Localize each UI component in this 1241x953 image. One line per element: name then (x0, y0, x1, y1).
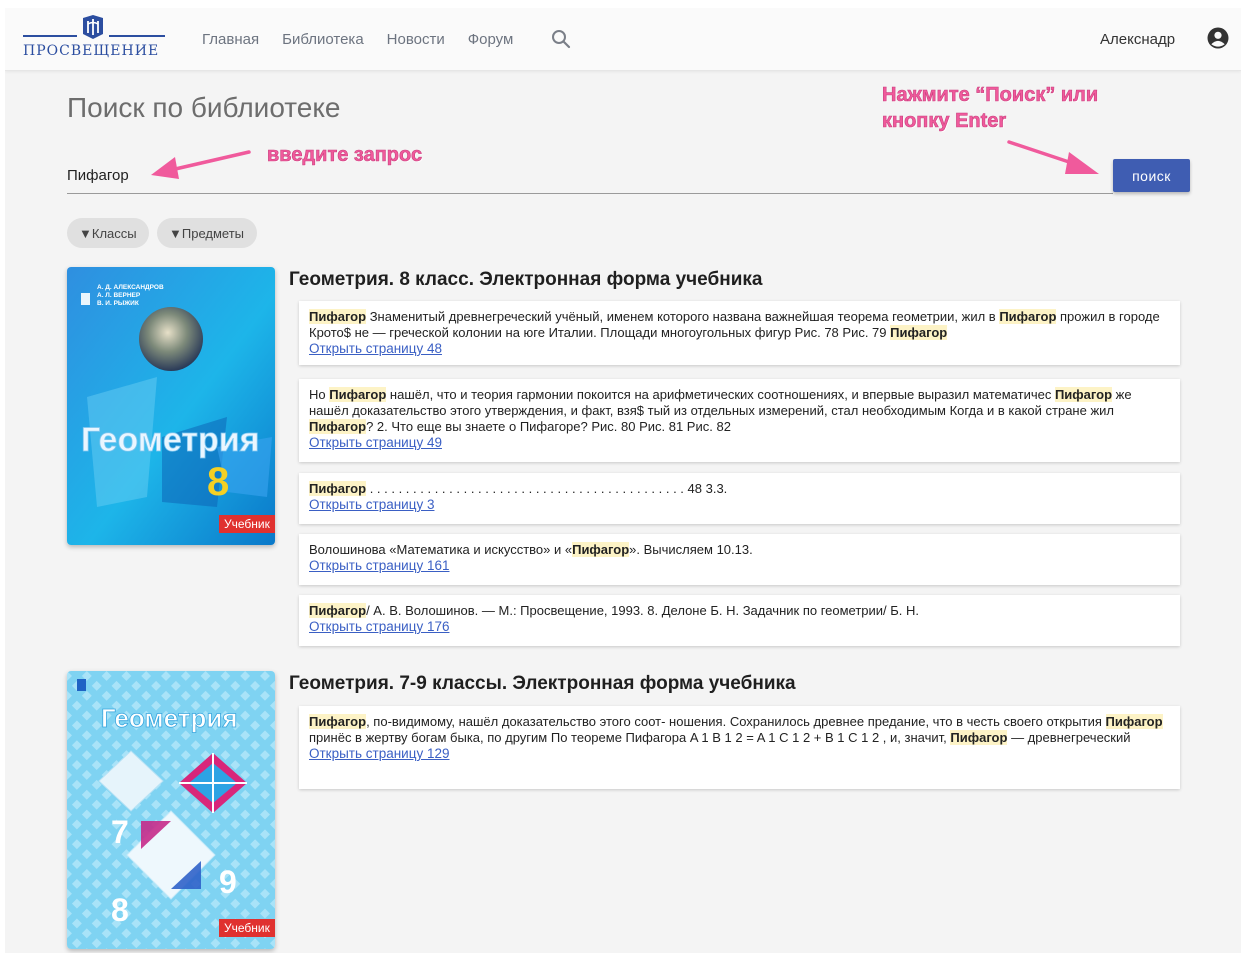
cover-grade: 8 (207, 460, 229, 504)
prosveshchenie-logo[interactable]: ПРОСВЕЩЕНИЕ (23, 14, 165, 64)
query-highlight: Пифагор (1054, 387, 1113, 402)
query-highlight: Пифагор (999, 309, 1057, 324)
cover-grade-8: 8 (111, 892, 129, 928)
search-result: Пифагор . . . . . . . . . . . . . . . . … (299, 473, 1180, 524)
query-highlight: Пифагор (950, 730, 1008, 745)
logo-line-left (23, 35, 77, 37)
cover-badge: Учебник (224, 921, 271, 935)
snippet-text: , по-видимому, нашёл доказательство этог… (366, 714, 1106, 729)
cover-subject: Геометрия (81, 421, 260, 459)
search-result: Волошинова «Математика и искусство» и «П… (299, 534, 1180, 585)
query-highlight: Пифагор (309, 714, 367, 729)
snippet-text: Знаменитый древнегреческий учёный, имене… (366, 309, 1000, 324)
query-highlight: Пифагор (329, 387, 387, 402)
cover-subject: Геометрия (101, 703, 238, 733)
result-snippet: Но Пифагор нашёл, что и теория гармонии … (309, 387, 1170, 435)
snippet-text: — древнегреческий (1007, 730, 1131, 745)
query-highlight: Пифагор (572, 542, 630, 557)
snippet-text: Но (309, 387, 330, 402)
query-highlight: Пифагор (890, 325, 948, 340)
cover-author-3: В. И. РЫЖИК (97, 300, 139, 307)
snippet-text: Волошинова «Математика и искусство» и « (309, 542, 573, 557)
annotation-press-search-line2: кнопку Enter (882, 110, 1007, 133)
snippet-text: ? 2. Что еще вы знаете о Пифагоре? Рис. … (366, 419, 731, 434)
nav-forum[interactable]: Форум (468, 31, 514, 48)
user-name[interactable]: Алекснадр (1100, 31, 1175, 48)
result-snippet: Пифагор/ А. В. Волошинов. — М.: Просвеще… (309, 603, 1170, 619)
book-title[interactable]: Геометрия. 7-9 классы. Электронная форма… (289, 673, 796, 695)
snippet-text: / А. В. Волошинов. — М.: Просвещение, 19… (366, 603, 920, 618)
open-page-link[interactable]: Открыть страницу 161 (309, 558, 1170, 574)
nav-library[interactable]: Библиотека (282, 31, 364, 48)
book-title[interactable]: Геометрия. 8 класс. Электронная форма уч… (289, 269, 762, 291)
search-result: Пифагор, по-видимому, нашёл доказательст… (299, 706, 1180, 789)
snippet-text: . . . . . . . . . . . . . . . . . . . . … (366, 481, 728, 496)
cover-badge: Учебник (224, 517, 271, 531)
cover-author-2: А. Л. ВЕРНЕР (97, 292, 141, 299)
open-page-link[interactable]: Открыть страницу 3 (309, 497, 1170, 513)
result-snippet: Пифагор . . . . . . . . . . . . . . . . … (309, 481, 1170, 497)
open-page-link[interactable]: Открыть страницу 49 (309, 435, 1170, 451)
search-button[interactable]: поиск (1113, 159, 1190, 192)
open-page-link[interactable]: Открыть страницу 129 (309, 746, 1170, 762)
open-page-link[interactable]: Открыть страницу 48 (309, 341, 1170, 357)
filter-classes-chip[interactable]: ▼Классы (67, 218, 149, 248)
logo-emblem-icon (83, 15, 103, 39)
result-snippet: Волошинова «Математика и искусство» и «П… (309, 542, 1170, 558)
main-nav: Главная Библиотека Новости Форум (202, 31, 536, 48)
top-header: ПРОСВЕЩЕНИЕ Главная Библиотека Новости Ф… (5, 8, 1241, 71)
search-input[interactable] (67, 158, 1113, 194)
book-cover-geometry-7-9[interactable]: Геометрия 7 8 9 Учебник (67, 671, 275, 949)
cover-grade-9: 9 (219, 864, 237, 900)
app-frame: ПРОСВЕЩЕНИЕ Главная Библиотека Новости Ф… (5, 8, 1241, 953)
page-title: Поиск по библиотеке (67, 92, 341, 123)
account-circle-icon[interactable] (1207, 27, 1229, 49)
query-highlight: Пифагор (309, 309, 367, 324)
filter-subjects-chip[interactable]: ▼Предметы (157, 218, 257, 248)
logo-text: ПРОСВЕЩЕНИЕ (23, 43, 160, 59)
result-snippet: Пифагор Знаменитый древнегреческий учёны… (309, 309, 1170, 341)
open-page-link[interactable]: Открыть страницу 176 (309, 619, 1170, 635)
result-snippet: Пифагор, по-видимому, нашёл доказательст… (309, 714, 1170, 746)
search-result: Пифагор Знаменитый древнегреческий учёны… (299, 301, 1180, 365)
snippet-text: нашёл, что и теория гармонии покоится на… (386, 387, 1055, 402)
query-highlight: Пифагор (309, 481, 367, 496)
nav-home[interactable]: Главная (202, 31, 259, 48)
snippet-text: принёс в жертву богам быка, по другим По… (309, 730, 951, 745)
cover-grade-7: 7 (111, 814, 129, 850)
logo-line-right (109, 35, 165, 37)
cover-author-1: А. Д. АЛЕКСАНДРОВ (97, 284, 164, 291)
query-highlight: Пифагор (1105, 714, 1163, 729)
search-icon[interactable] (551, 29, 571, 49)
search-result: Пифагор/ А. В. Волошинов. — М.: Просвеще… (299, 595, 1180, 646)
snippet-text: ». Вычисляем 10.13. (629, 542, 753, 557)
nav-news[interactable]: Новости (387, 31, 445, 48)
search-result: Но Пифагор нашёл, что и теория гармонии … (299, 379, 1180, 462)
query-highlight: Пифагор (309, 603, 367, 618)
annotation-press-search-line1: Нажмите “Поиск” или (882, 84, 1099, 107)
book-cover-geometry-8[interactable]: А. Д. АЛЕКСАНДРОВ А. Л. ВЕРНЕР В. И. РЫЖ… (67, 267, 275, 545)
query-highlight: Пифагор (309, 419, 367, 434)
